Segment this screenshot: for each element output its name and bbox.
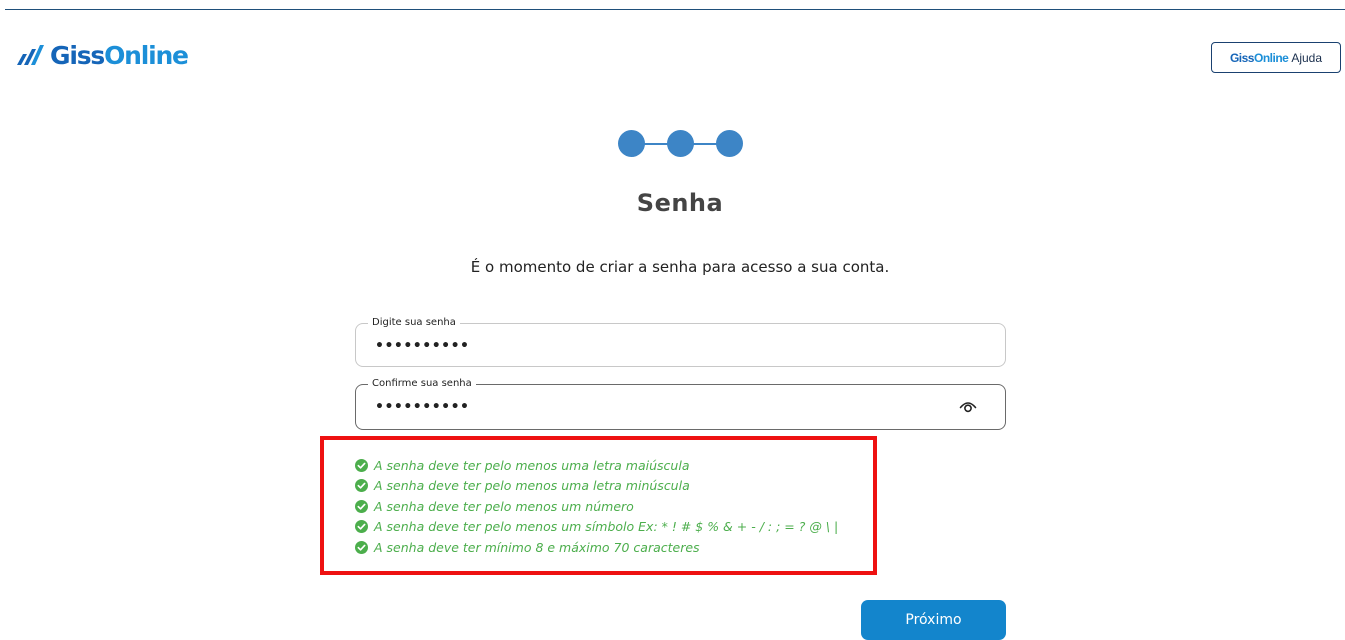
rule-item: A senha deve ter mínimo 8 e máximo 70 ca… — [355, 537, 838, 558]
confirm-password-field-label: Confirme sua senha — [368, 377, 476, 391]
check-circle-icon — [355, 499, 368, 513]
stepper-step-1 — [618, 130, 645, 157]
next-button[interactable]: Próximo — [861, 600, 1006, 640]
help-button[interactable]: Giss Online Ajuda — [1211, 42, 1341, 73]
password-field[interactable]: Digite sua senha •••••••••• — [355, 316, 1006, 367]
password-rules-list: A senha deve ter pelo menos uma letra ma… — [355, 455, 838, 558]
password-field-label: Digite sua senha — [368, 316, 460, 330]
logo-text-online: Online — [104, 40, 189, 70]
rule-text: A senha deve ter pelo menos um número — [374, 498, 634, 514]
page-title: Senha — [636, 189, 724, 217]
logo-text-giss: Giss — [50, 40, 105, 70]
header-divider — [5, 9, 1345, 10]
check-circle-icon — [355, 479, 368, 493]
rule-text: A senha deve ter pelo menos um símbolo E… — [374, 519, 839, 535]
rule-text: A senha deve ter mínimo 8 e máximo 70 ca… — [374, 539, 700, 555]
next-button-label: Próximo — [905, 612, 962, 628]
progress-stepper — [618, 129, 743, 159]
stepper-step-3 — [716, 130, 743, 157]
stepper-step-2 — [667, 130, 694, 157]
password-field-value[interactable]: •••••••••• — [375, 339, 469, 353]
rule-item: A senha deve ter pelo menos uma letra mi… — [355, 476, 838, 497]
page-subtitle: É o momento de criar a senha para acesso… — [470, 258, 890, 276]
logo-bars-icon — [17, 45, 44, 65]
check-circle-icon — [355, 520, 368, 534]
check-circle-icon — [355, 540, 368, 554]
help-button-label: Ajuda — [1291, 50, 1323, 65]
eye-icon[interactable] — [959, 400, 977, 414]
stepper-connector — [644, 143, 668, 145]
rule-item: A senha deve ter pelo menos uma letra ma… — [355, 455, 838, 476]
rule-item: A senha deve ter pelo menos um número — [355, 496, 838, 517]
confirm-password-field-value[interactable]: •••••••••• — [375, 400, 469, 414]
gissonline-logo[interactable]: GissOnline — [17, 38, 189, 72]
help-brand-giss: Giss — [1229, 50, 1255, 65]
help-brand-online: Online — [1253, 50, 1289, 65]
logo-text: GissOnline — [50, 40, 189, 70]
rule-text: A senha deve ter pelo menos uma letra ma… — [374, 457, 690, 473]
confirm-password-field[interactable]: Confirme sua senha •••••••••• — [355, 377, 1006, 430]
stepper-connector — [693, 143, 717, 145]
rule-item: A senha deve ter pelo menos um símbolo E… — [355, 517, 838, 538]
rule-text: A senha deve ter pelo menos uma letra mi… — [374, 478, 690, 494]
check-circle-icon — [355, 458, 368, 472]
